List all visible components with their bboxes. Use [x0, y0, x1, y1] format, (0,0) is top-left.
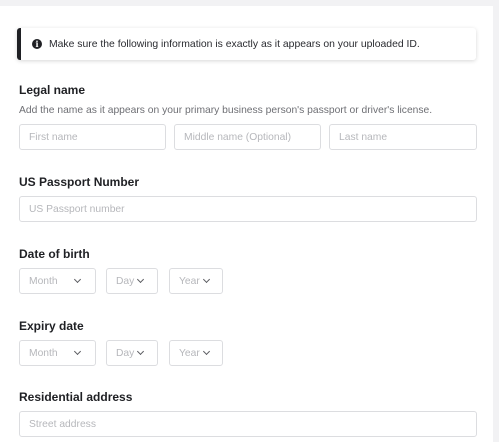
last-name-input[interactable]: Last name	[329, 124, 477, 150]
chevron-down-icon	[202, 275, 211, 284]
legal-name-heading: Legal name	[19, 83, 86, 97]
expiry-year-select[interactable]: Year	[169, 340, 223, 366]
chevron-down-icon	[136, 275, 145, 284]
passport-placeholder: US Passport number	[29, 203, 125, 215]
dob-year-label: Year	[179, 275, 200, 287]
dob-day-label: Day	[116, 275, 135, 287]
expiry-day-select[interactable]: Day	[106, 340, 158, 366]
passport-heading: US Passport Number	[19, 175, 140, 189]
last-name-placeholder: Last name	[339, 131, 388, 143]
dob-day-select[interactable]: Day	[106, 268, 158, 294]
address-heading: Residential address	[19, 390, 133, 404]
first-name-input[interactable]: First name	[19, 124, 166, 150]
legal-name-hint: Add the name as it appears on your prima…	[19, 105, 433, 116]
chevron-down-icon	[73, 347, 82, 356]
expiry-day-label: Day	[116, 347, 135, 359]
street-address-placeholder: Street address	[29, 418, 96, 430]
chevron-down-icon	[136, 347, 145, 356]
form-card	[0, 6, 493, 442]
first-name-placeholder: First name	[29, 131, 78, 143]
street-address-input[interactable]: Street address	[19, 411, 477, 437]
middle-name-placeholder: Middle name (Optional)	[184, 131, 292, 143]
chevron-down-icon	[73, 275, 82, 284]
expiry-month-label: Month	[29, 347, 58, 359]
expiry-heading: Expiry date	[19, 319, 84, 333]
info-icon: i	[32, 39, 42, 49]
dob-month-select[interactable]: Month	[19, 268, 96, 294]
id-notice-banner: i Make sure the following information is…	[17, 28, 476, 60]
expiry-month-select[interactable]: Month	[19, 340, 96, 366]
dob-month-label: Month	[29, 275, 58, 287]
dob-heading: Date of birth	[19, 247, 90, 261]
expiry-year-label: Year	[179, 347, 200, 359]
middle-name-input[interactable]: Middle name (Optional)	[174, 124, 321, 150]
passport-number-input[interactable]: US Passport number	[19, 196, 477, 222]
notice-text: Make sure the following information is e…	[49, 38, 420, 50]
chevron-down-icon	[202, 347, 211, 356]
dob-year-select[interactable]: Year	[169, 268, 223, 294]
